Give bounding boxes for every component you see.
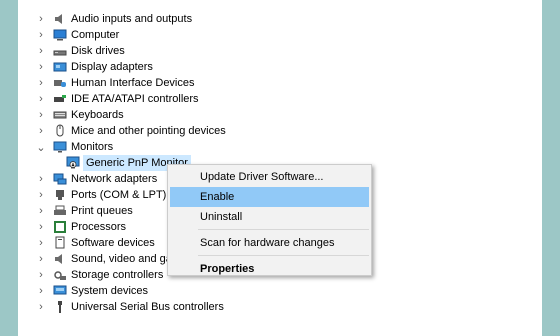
tree-item-system-devices[interactable]: › System devices [35, 283, 148, 299]
keyboard-icon [53, 108, 67, 122]
tree-item-hid[interactable]: › Human Interface Devices [35, 75, 195, 91]
chevron-right-icon[interactable]: › [35, 283, 47, 299]
tree-item-label: Storage controllers [71, 269, 164, 281]
printer-icon [53, 204, 67, 218]
tree-item-audio[interactable]: › Audio inputs and outputs [35, 11, 192, 27]
tree-item-processors[interactable]: › Processors [35, 219, 126, 235]
chevron-right-icon[interactable]: › [35, 91, 47, 107]
tree-item-label: IDE ATA/ATAPI controllers [71, 93, 199, 105]
tree-item-label: Audio inputs and outputs [71, 13, 193, 25]
tree-item-label: System devices [71, 285, 149, 297]
tree-item-label: Ports (COM & LPT) [71, 189, 167, 201]
tree-item-display-adapters[interactable]: › Display adapters [35, 59, 153, 75]
network-adapter-icon [53, 172, 67, 186]
tree-item-label: Display adapters [71, 61, 153, 73]
chevron-right-icon[interactable]: › [35, 43, 47, 59]
chevron-right-icon[interactable]: › [35, 59, 47, 75]
ide-controller-icon [53, 92, 67, 106]
display-adapter-icon [53, 60, 67, 74]
tree-item-label: Processors [71, 221, 127, 233]
chevron-right-icon[interactable]: › [35, 187, 47, 203]
tree-item-label: Print queues [71, 205, 133, 217]
monitor-icon [53, 140, 67, 154]
context-menu: Update Driver Software... Enable Uninsta… [167, 164, 372, 276]
sound-icon [53, 252, 67, 266]
chevron-right-icon[interactable]: › [35, 299, 47, 315]
mouse-icon [53, 124, 67, 138]
menu-item-update-driver[interactable]: Update Driver Software... [170, 167, 369, 187]
software-device-icon [53, 236, 67, 250]
monitor-disabled-icon [66, 156, 80, 170]
tree-item-label: Network adapters [71, 173, 158, 185]
chevron-right-icon[interactable]: › [35, 107, 47, 123]
tree-item-label: Keyboards [71, 109, 124, 121]
processor-icon [53, 220, 67, 234]
menu-item-scan-hardware[interactable]: Scan for hardware changes [170, 233, 369, 253]
chevron-right-icon[interactable]: › [35, 171, 47, 187]
tree-item-label: Sound, video and gar [71, 253, 176, 265]
chevron-right-icon[interactable]: › [35, 75, 47, 91]
chevron-right-icon[interactable]: › [35, 267, 47, 283]
tree-item-storage-controllers[interactable]: › Storage controllers [35, 267, 163, 283]
tree-item-label: Monitors [71, 141, 114, 153]
menu-item-properties[interactable]: Properties [170, 259, 369, 279]
disk-drive-icon [53, 44, 67, 58]
computer-icon [53, 28, 67, 42]
chevron-right-icon[interactable]: › [35, 235, 47, 251]
tree-item-mice[interactable]: › Mice and other pointing devices [35, 123, 226, 139]
system-device-icon [53, 284, 67, 298]
tree-item-label: Mice and other pointing devices [71, 125, 226, 137]
hid-icon [53, 76, 67, 90]
tree-item-keyboards[interactable]: › Keyboards [35, 107, 124, 123]
chevron-right-icon[interactable]: › [35, 27, 47, 43]
tree-item-network-adapters[interactable]: › Network adapters [35, 171, 157, 187]
tree-item-label: Computer [71, 29, 120, 41]
usb-icon [53, 300, 67, 314]
tree-item-ide[interactable]: › IDE ATA/ATAPI controllers [35, 91, 199, 107]
chevron-right-icon[interactable]: › [35, 11, 47, 27]
chevron-down-icon[interactable]: ⌄ [35, 139, 47, 155]
chevron-right-icon[interactable]: › [35, 123, 47, 139]
tree-item-monitors[interactable]: ⌄ Monitors [35, 139, 113, 155]
menu-item-uninstall[interactable]: Uninstall [170, 207, 369, 227]
tree-item-disk-drives[interactable]: › Disk drives [35, 43, 125, 59]
tree-item-computer[interactable]: › Computer [35, 27, 119, 43]
tree-item-label: Software devices [71, 237, 155, 249]
tree-item-label: Universal Serial Bus controllers [71, 301, 224, 313]
tree-item-label: Human Interface Devices [71, 77, 195, 89]
tree-item-label: Disk drives [71, 45, 125, 57]
tree-item-print-queues[interactable]: › Print queues [35, 203, 133, 219]
tree-item-usb[interactable]: › Universal Serial Bus controllers [35, 299, 224, 315]
storage-controller-icon [53, 268, 67, 282]
port-icon [53, 188, 67, 202]
device-manager-panel: › Audio inputs and outputs › Computer › … [18, 0, 542, 336]
menu-item-enable[interactable]: Enable [170, 187, 369, 207]
chevron-right-icon[interactable]: › [35, 203, 47, 219]
tree-item-software-devices[interactable]: › Software devices [35, 235, 155, 251]
tree-item-sound-video[interactable]: › Sound, video and gar [35, 251, 176, 267]
speaker-icon [53, 12, 67, 26]
chevron-right-icon[interactable]: › [35, 251, 47, 267]
menu-separator [198, 229, 369, 230]
tree-item-ports[interactable]: › Ports (COM & LPT) [35, 187, 166, 203]
menu-separator [198, 255, 369, 256]
chevron-right-icon[interactable]: › [35, 219, 47, 235]
